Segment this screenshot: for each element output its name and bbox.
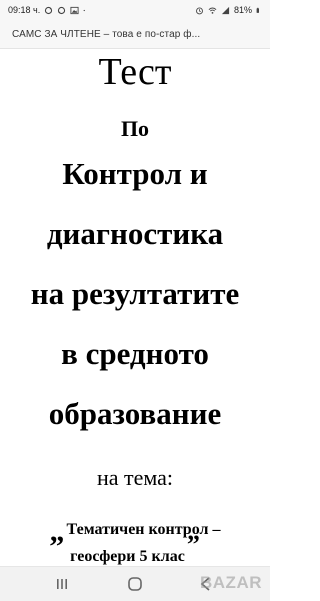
dot-icon <box>83 9 86 11</box>
closing-quote: ” <box>186 530 200 559</box>
line-obrazovanie: образование <box>48 396 222 431</box>
banner-text: САМС ЗА ЧЛТЕНЕ – това е по-стар ф... <box>12 29 201 40</box>
image-icon <box>70 6 79 14</box>
signal-icon <box>221 6 230 14</box>
document-title: Тест <box>98 51 172 93</box>
status-bar: 09:18 ч. 81% <box>0 0 270 22</box>
notification-banner[interactable]: САМС ЗА ЧЛТЕНЕ – това е по-стар ф... <box>0 22 270 49</box>
status-time: 09:18 ч. <box>8 5 41 15</box>
line-kontrol: Контрол и <box>62 156 208 191</box>
line-na-rezultatite: на резултатите <box>30 276 240 311</box>
home-icon[interactable] <box>125 575 145 593</box>
battery-icon <box>256 7 259 13</box>
sync-icon <box>45 6 53 14</box>
status-right: 81% <box>195 5 262 15</box>
wifi-icon <box>208 7 217 14</box>
sync-icon <box>58 6 66 14</box>
line-na-tema: на тема: <box>96 465 174 490</box>
alarm-icon <box>196 7 203 14</box>
watermark-logo: BAZAR <box>200 573 262 592</box>
line-po: По <box>120 116 150 141</box>
topic-line-1: „ Тематичен контрол – <box>0 508 270 548</box>
topic-text-2: геосфери 5 клас <box>70 548 185 565</box>
document-page: Тест По Контрол и диагностика на резулта… <box>0 48 270 566</box>
status-left: 09:18 ч. <box>8 5 88 15</box>
recents-icon[interactable] <box>52 575 72 593</box>
topic-line-2: геосфери 5 клас” <box>0 530 270 566</box>
battery-percent: 81% <box>233 5 252 15</box>
line-v-srednoto: в средното <box>61 336 209 371</box>
line-diagnostika: диагностика <box>46 216 224 251</box>
